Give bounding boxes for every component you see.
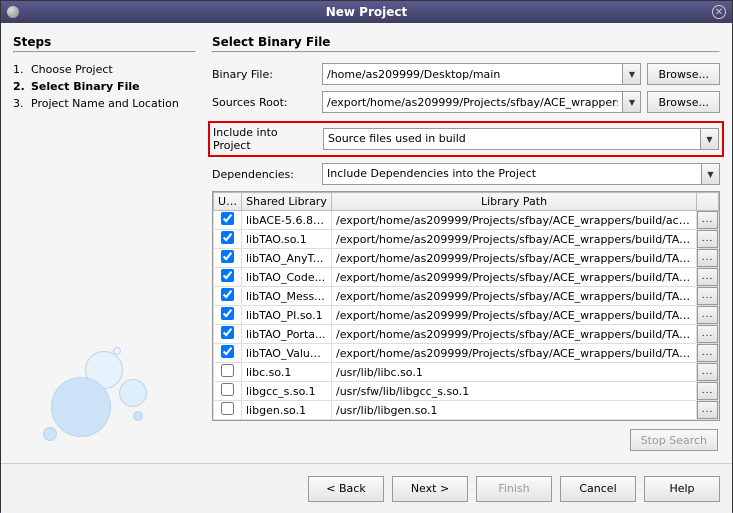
table-row[interactable]: libc.so.1/usr/lib/libc.so.1... bbox=[214, 363, 719, 382]
help-button[interactable]: Help bbox=[644, 476, 720, 502]
back-button[interactable]: < Back bbox=[308, 476, 384, 502]
dependencies-label: Dependencies: bbox=[212, 168, 316, 181]
dependencies-select[interactable]: Include Dependencies into the Project bbox=[322, 163, 702, 185]
col-shared-library[interactable]: Shared Library bbox=[242, 193, 332, 211]
use-checkbox[interactable] bbox=[221, 364, 234, 377]
library-path-cell: /export/home/as209999/Projects/sfbay/ACE… bbox=[332, 268, 697, 287]
use-checkbox[interactable] bbox=[221, 326, 234, 339]
step-item: 2.Select Binary File bbox=[13, 78, 196, 95]
include-into-project-label: Include into Project bbox=[213, 126, 317, 152]
row-browse-button[interactable]: ... bbox=[697, 306, 718, 324]
row-browse-button[interactable]: ... bbox=[697, 382, 718, 400]
table-row[interactable]: libTAO_Porta.../export/home/as209999/Pro… bbox=[214, 325, 719, 344]
use-checkbox[interactable] bbox=[221, 402, 234, 415]
use-checkbox[interactable] bbox=[221, 231, 234, 244]
window-title: New Project bbox=[326, 5, 408, 19]
row-browse-button[interactable]: ... bbox=[697, 211, 718, 229]
include-into-project-highlight: Include into Project Source files used i… bbox=[208, 121, 724, 157]
use-checkbox[interactable] bbox=[221, 307, 234, 320]
sources-root-label: Sources Root: bbox=[212, 96, 316, 109]
step-label: Project Name and Location bbox=[31, 97, 179, 110]
libraries-table-container[interactable]: Use Shared Library Library Path libACE-5… bbox=[212, 191, 720, 421]
binary-file-label: Binary File: bbox=[212, 68, 316, 81]
library-path-cell: /export/home/as209999/Projects/sfbay/ACE… bbox=[332, 230, 697, 249]
close-icon[interactable]: ✕ bbox=[712, 5, 726, 19]
col-action bbox=[697, 193, 719, 211]
shared-library-cell: libTAO_Porta... bbox=[242, 325, 332, 344]
library-path-cell: /export/home/as209999/Projects/sfbay/ACE… bbox=[332, 306, 697, 325]
library-path-cell: /usr/sfw/lib/libgcc_s.so.1 bbox=[332, 382, 697, 401]
next-button[interactable]: Next > bbox=[392, 476, 468, 502]
library-path-cell: /export/home/as209999/Projects/sfbay/ACE… bbox=[332, 344, 697, 363]
table-row[interactable]: libACE-5.6.8.so/export/home/as209999/Pro… bbox=[214, 211, 719, 230]
wizard-footer: < Back Next > Finish Cancel Help bbox=[1, 463, 732, 513]
include-into-project-dropdown-icon[interactable]: ▼ bbox=[701, 128, 719, 150]
row-browse-button[interactable]: ... bbox=[697, 363, 718, 381]
row-browse-button[interactable]: ... bbox=[697, 249, 718, 267]
library-path-cell: /export/home/as209999/Projects/sfbay/ACE… bbox=[332, 287, 697, 306]
library-path-cell: /export/home/as209999/Projects/sfbay/ACE… bbox=[332, 211, 697, 230]
row-browse-button[interactable]: ... bbox=[697, 268, 718, 286]
shared-library-cell: libTAO_Code... bbox=[242, 268, 332, 287]
shared-library-cell: libTAO_PI.so.1 bbox=[242, 306, 332, 325]
row-browse-button[interactable]: ... bbox=[697, 401, 718, 419]
binary-file-browse-button[interactable]: Browse... bbox=[647, 63, 720, 85]
shared-library-cell: libgen.so.1 bbox=[242, 401, 332, 420]
library-path-cell: /export/home/as209999/Projects/sfbay/ACE… bbox=[332, 325, 697, 344]
dependencies-dropdown-icon[interactable]: ▼ bbox=[702, 163, 720, 185]
titlebar: New Project ✕ bbox=[1, 1, 732, 23]
shared-library-cell: libTAO_AnyT... bbox=[242, 249, 332, 268]
library-path-cell: /export/home/as209999/Projects/sfbay/ACE… bbox=[332, 249, 697, 268]
shared-library-cell: libTAO.so.1 bbox=[242, 230, 332, 249]
shared-library-cell: libACE-5.6.8.so bbox=[242, 211, 332, 230]
use-checkbox[interactable] bbox=[221, 269, 234, 282]
shared-library-cell: libc.so.1 bbox=[242, 363, 332, 382]
sources-root-input[interactable] bbox=[322, 91, 623, 113]
step-item: 3.Project Name and Location bbox=[13, 95, 196, 112]
steps-panel: Steps 1.Choose Project2.Select Binary Fi… bbox=[7, 31, 202, 459]
shared-library-cell: libgcc_s.so.1 bbox=[242, 382, 332, 401]
library-path-cell: /usr/lib/libgen.so.1 bbox=[332, 401, 697, 420]
step-label: Choose Project bbox=[31, 63, 113, 76]
col-library-path[interactable]: Library Path bbox=[332, 193, 697, 211]
row-browse-button[interactable]: ... bbox=[697, 344, 718, 362]
table-row[interactable]: libTAO.so.1/export/home/as209999/Project… bbox=[214, 230, 719, 249]
row-browse-button[interactable]: ... bbox=[697, 287, 718, 305]
table-row[interactable]: libTAO_Value.../export/home/as209999/Pro… bbox=[214, 344, 719, 363]
use-checkbox[interactable] bbox=[221, 212, 234, 225]
col-use[interactable]: Use bbox=[214, 193, 242, 211]
page-title: Select Binary File bbox=[212, 35, 720, 49]
step-label: Select Binary File bbox=[31, 80, 140, 93]
row-browse-button[interactable]: ... bbox=[697, 230, 718, 248]
table-row[interactable]: libgen.so.1/usr/lib/libgen.so.1... bbox=[214, 401, 719, 420]
row-browse-button[interactable]: ... bbox=[697, 325, 718, 343]
step-item: 1.Choose Project bbox=[13, 61, 196, 78]
table-row[interactable]: libTAO_PI.so.1/export/home/as209999/Proj… bbox=[214, 306, 719, 325]
use-checkbox[interactable] bbox=[221, 288, 234, 301]
table-row[interactable]: libTAO_AnyT.../export/home/as209999/Proj… bbox=[214, 249, 719, 268]
stop-search-button: Stop Search bbox=[630, 429, 718, 451]
sources-root-dropdown-icon[interactable]: ▼ bbox=[623, 91, 641, 113]
use-checkbox[interactable] bbox=[221, 250, 234, 263]
binary-file-input[interactable] bbox=[322, 63, 623, 85]
table-row[interactable]: libTAO_Mess.../export/home/as209999/Proj… bbox=[214, 287, 719, 306]
use-checkbox[interactable] bbox=[221, 345, 234, 358]
binary-file-dropdown-icon[interactable]: ▼ bbox=[623, 63, 641, 85]
table-row[interactable]: libTAO_Code.../export/home/as209999/Proj… bbox=[214, 268, 719, 287]
decorative-bubbles bbox=[15, 331, 175, 451]
sources-root-browse-button[interactable]: Browse... bbox=[647, 91, 720, 113]
include-into-project-select[interactable]: Source files used in build bbox=[323, 128, 701, 150]
use-checkbox[interactable] bbox=[221, 383, 234, 396]
table-row[interactable]: libgcc_s.so.1/usr/sfw/lib/libgcc_s.so.1.… bbox=[214, 382, 719, 401]
window-menu-icon[interactable] bbox=[7, 6, 19, 18]
libraries-table: Use Shared Library Library Path libACE-5… bbox=[213, 192, 719, 420]
shared-library-cell: libTAO_Value... bbox=[242, 344, 332, 363]
cancel-button[interactable]: Cancel bbox=[560, 476, 636, 502]
steps-heading: Steps bbox=[13, 35, 196, 49]
library-path-cell: /usr/lib/libc.so.1 bbox=[332, 363, 697, 382]
finish-button: Finish bbox=[476, 476, 552, 502]
shared-library-cell: libTAO_Mess... bbox=[242, 287, 332, 306]
